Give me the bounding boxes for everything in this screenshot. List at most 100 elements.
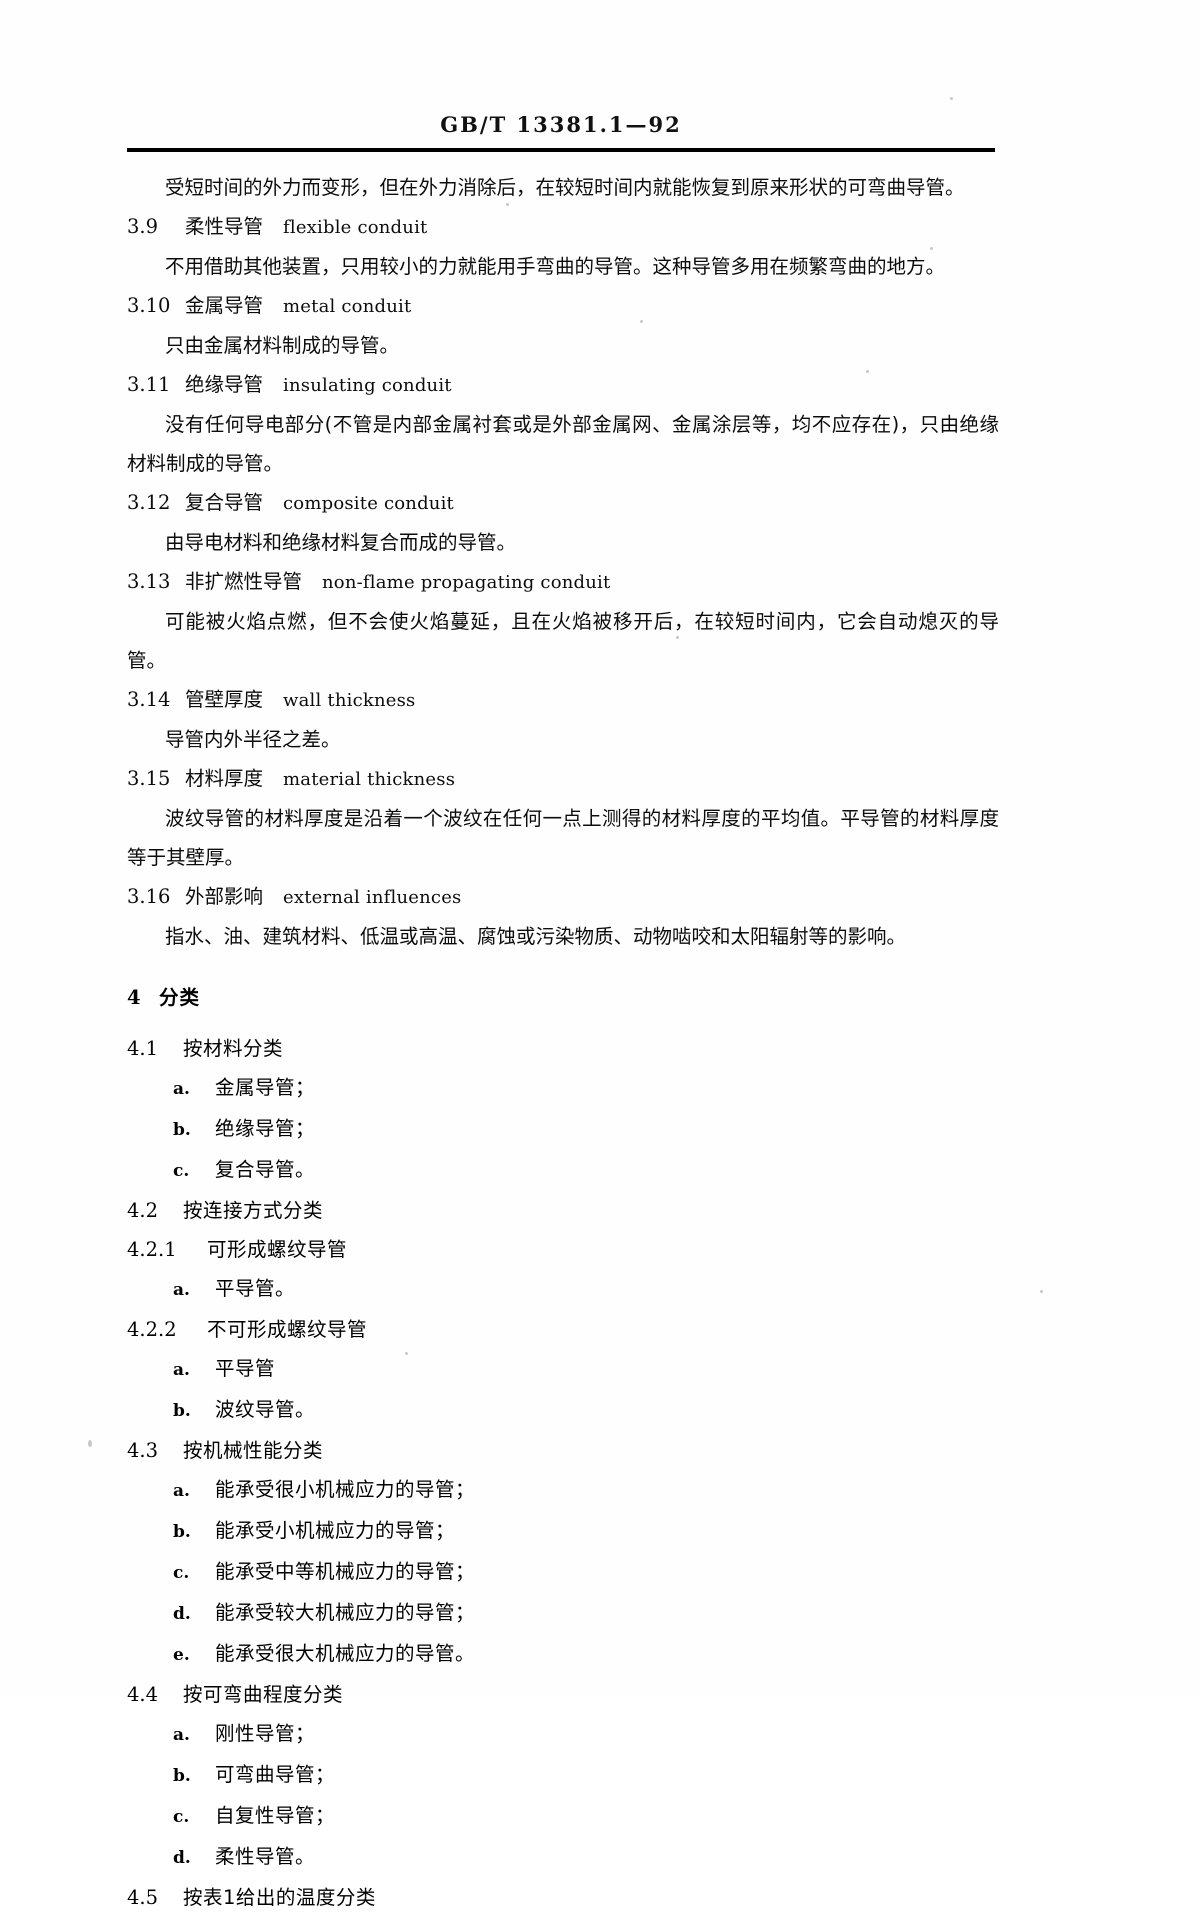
subclause-title: 按连接方式分类 [183,1199,324,1222]
subclause-number: 4.2.2 [127,1318,177,1341]
scan-speck [950,97,953,100]
scan-speck [1040,1290,1043,1293]
scan-speck [930,247,933,250]
clause-body-3-9: 不用借助其他装置，只用较小的力就能用手弯曲的导管。这种导管多用在频繁弯曲的地方。 [165,255,946,278]
list-marker: a. [173,1725,190,1745]
list-item: b. 可弯曲导管； [127,1755,999,1796]
clause-english-term: external influences [283,887,462,908]
clause-english-term: metal conduit [283,296,412,317]
list-item: a. 平导管。 [127,1269,999,1310]
subclause-number: 4.5 [127,1886,159,1909]
subclause-heading-4-2: 4.2 按连接方式分类 [127,1191,999,1230]
scan-speck [88,1440,92,1447]
list-item: b. 绝缘导管； [127,1109,999,1150]
list-marker: a. [173,1481,190,1501]
clause-heading-3-14: 3.14 管壁厚度 wall thickness [127,680,999,720]
list-marker: b. [173,1766,191,1786]
clause-term: 外部影响 [185,885,264,908]
subclause-title: 按材料分类 [183,1037,284,1060]
subclause-heading-4-2-2: 4.2.2 不可形成螺纹导管 [127,1310,999,1349]
list-item-text: 能承受较大机械应力的导管； [215,1601,476,1624]
clause-english-term: non-flame propagating conduit [322,572,611,593]
list-marker: e. [173,1645,190,1665]
clause-english-term: flexible conduit [283,217,428,238]
scan-speck [405,1352,408,1355]
list-item: c. 复合导管。 [127,1150,999,1191]
subclause-heading-4-2-1: 4.2.1 可形成螺纹导管 [127,1230,999,1269]
clause-body-3-12: 由导电材料和绝缘材料复合而成的导管。 [165,531,517,554]
clause-term: 柔性导管 [185,215,264,238]
list-item: d. 能承受较大机械应力的导管； [127,1593,999,1634]
page-header: GB/T 13381.1—92 [127,112,995,137]
list-marker: b. [173,1120,191,1140]
list-item-text: 绝缘导管； [215,1117,316,1140]
section-heading-4: 4 分类 [127,978,999,1017]
list-marker: a. [173,1360,190,1380]
clause-term: 材料厚度 [185,767,264,790]
subclause-title: 可形成螺纹导管 [207,1238,348,1261]
clause-english-term: composite conduit [283,493,454,514]
standard-number: GB/T 13381.1—92 [440,112,682,137]
scan-speck [866,370,869,373]
clause-body-3-11: 没有任何导电部分(不管是内部金属衬套或是外部金属网、金属涂层等，均不应存在)，只… [127,413,999,475]
subclause-title: 按机械性能分类 [183,1439,324,1462]
clause-term: 金属导管 [185,294,264,317]
subclause-number: 4.1 [127,1037,159,1060]
subclause-heading-4-1: 4.1 按材料分类 [127,1029,999,1068]
clause-heading-3-12: 3.12 复合导管 composite conduit [127,483,999,523]
list-marker: b. [173,1401,191,1421]
list-item: b. 能承受小机械应力的导管； [127,1511,999,1552]
subclause-heading-4-4: 4.4 按可弯曲程度分类 [127,1675,999,1714]
list-marker: a. [173,1280,190,1300]
clause-english-term: wall thickness [283,690,416,711]
list-item-text: 柔性导管。 [215,1845,316,1868]
clause-number: 3.15 [127,767,171,790]
clause-english-term: material thickness [283,769,456,790]
list-item-text: 能承受中等机械应力的导管； [215,1560,476,1583]
clause-heading-3-10: 3.10 金属导管 metal conduit [127,286,999,326]
clause-heading-3-16: 3.16 外部影响 external influences [127,877,999,917]
list-marker: c. [173,1807,190,1827]
subclause-number: 4.4 [127,1683,159,1706]
scan-speck [676,636,679,639]
list-marker: c. [173,1161,190,1181]
document-page: GB/T 13381.1—92 受短时间的外力而变形，但在外力消除后，在较短时间… [0,0,1200,1909]
list-item: d. 柔性导管。 [127,1837,999,1878]
list-item: e. 能承受很大机械应力的导管。 [127,1634,999,1675]
list-item: c. 自复性导管； [127,1796,999,1837]
list-marker: d. [173,1848,191,1868]
list-item: c. 能承受中等机械应力的导管； [127,1552,999,1593]
list-item-text: 平导管。 [215,1277,296,1300]
clause-number: 3.14 [127,688,171,711]
subclause-number: 4.2.1 [127,1238,177,1261]
document-body: 受短时间的外力而变形，但在外力消除后，在较短时间内就能恢复到原来形状的可弯曲导管… [127,168,999,1917]
list-item-text: 刚性导管； [215,1722,316,1745]
scan-speck [640,320,643,323]
list-marker: a. [173,1079,190,1099]
list-item-text: 复合导管。 [215,1158,316,1181]
list-item: b. 波纹导管。 [127,1390,999,1431]
clause-heading-3-13: 3.13 非扩燃性导管 non-flame propagating conduit [127,562,999,602]
clause-body-3-13: 可能被火焰点燃，但不会使火焰蔓延，且在火焰被移开后，在较短时间内，它会自动熄灭的… [127,610,999,672]
clause-term: 复合导管 [185,491,264,514]
clause-heading-3-15: 3.15 材料厚度 material thickness [127,759,999,799]
list-item: a. 能承受很小机械应力的导管； [127,1470,999,1511]
subclause-title: 按表1给出的温度分类 [183,1886,376,1909]
clause-english-term: insulating conduit [283,375,452,396]
clause-body-3-16: 指水、油、建筑材料、低温或高温、腐蚀或污染物质、动物啮咬和太阳辐射等的影响。 [165,925,907,948]
list-item-text: 金属导管； [215,1076,316,1099]
clause-number: 3.10 [127,294,171,317]
list-item-text: 能承受很小机械应力的导管； [215,1478,476,1501]
list-marker: d. [173,1604,191,1624]
clause-body-3-14: 导管内外半径之差。 [165,728,341,751]
subclause-title: 按可弯曲程度分类 [183,1683,344,1706]
continued-paragraph: 受短时间的外力而变形，但在外力消除后，在较短时间内就能恢复到原来形状的可弯曲导管… [165,176,965,199]
list-item-text: 能承受很大机械应力的导管。 [215,1642,476,1665]
clause-number: 3.9 [127,215,159,238]
section-title: 分类 [159,986,201,1009]
scan-speck [506,203,509,206]
list-item-text: 可弯曲导管； [215,1763,336,1786]
list-item-text: 波纹导管。 [215,1398,316,1421]
clause-heading-3-9: 3.9 柔性导管 flexible conduit [127,207,999,247]
section-number: 4 [127,986,141,1009]
